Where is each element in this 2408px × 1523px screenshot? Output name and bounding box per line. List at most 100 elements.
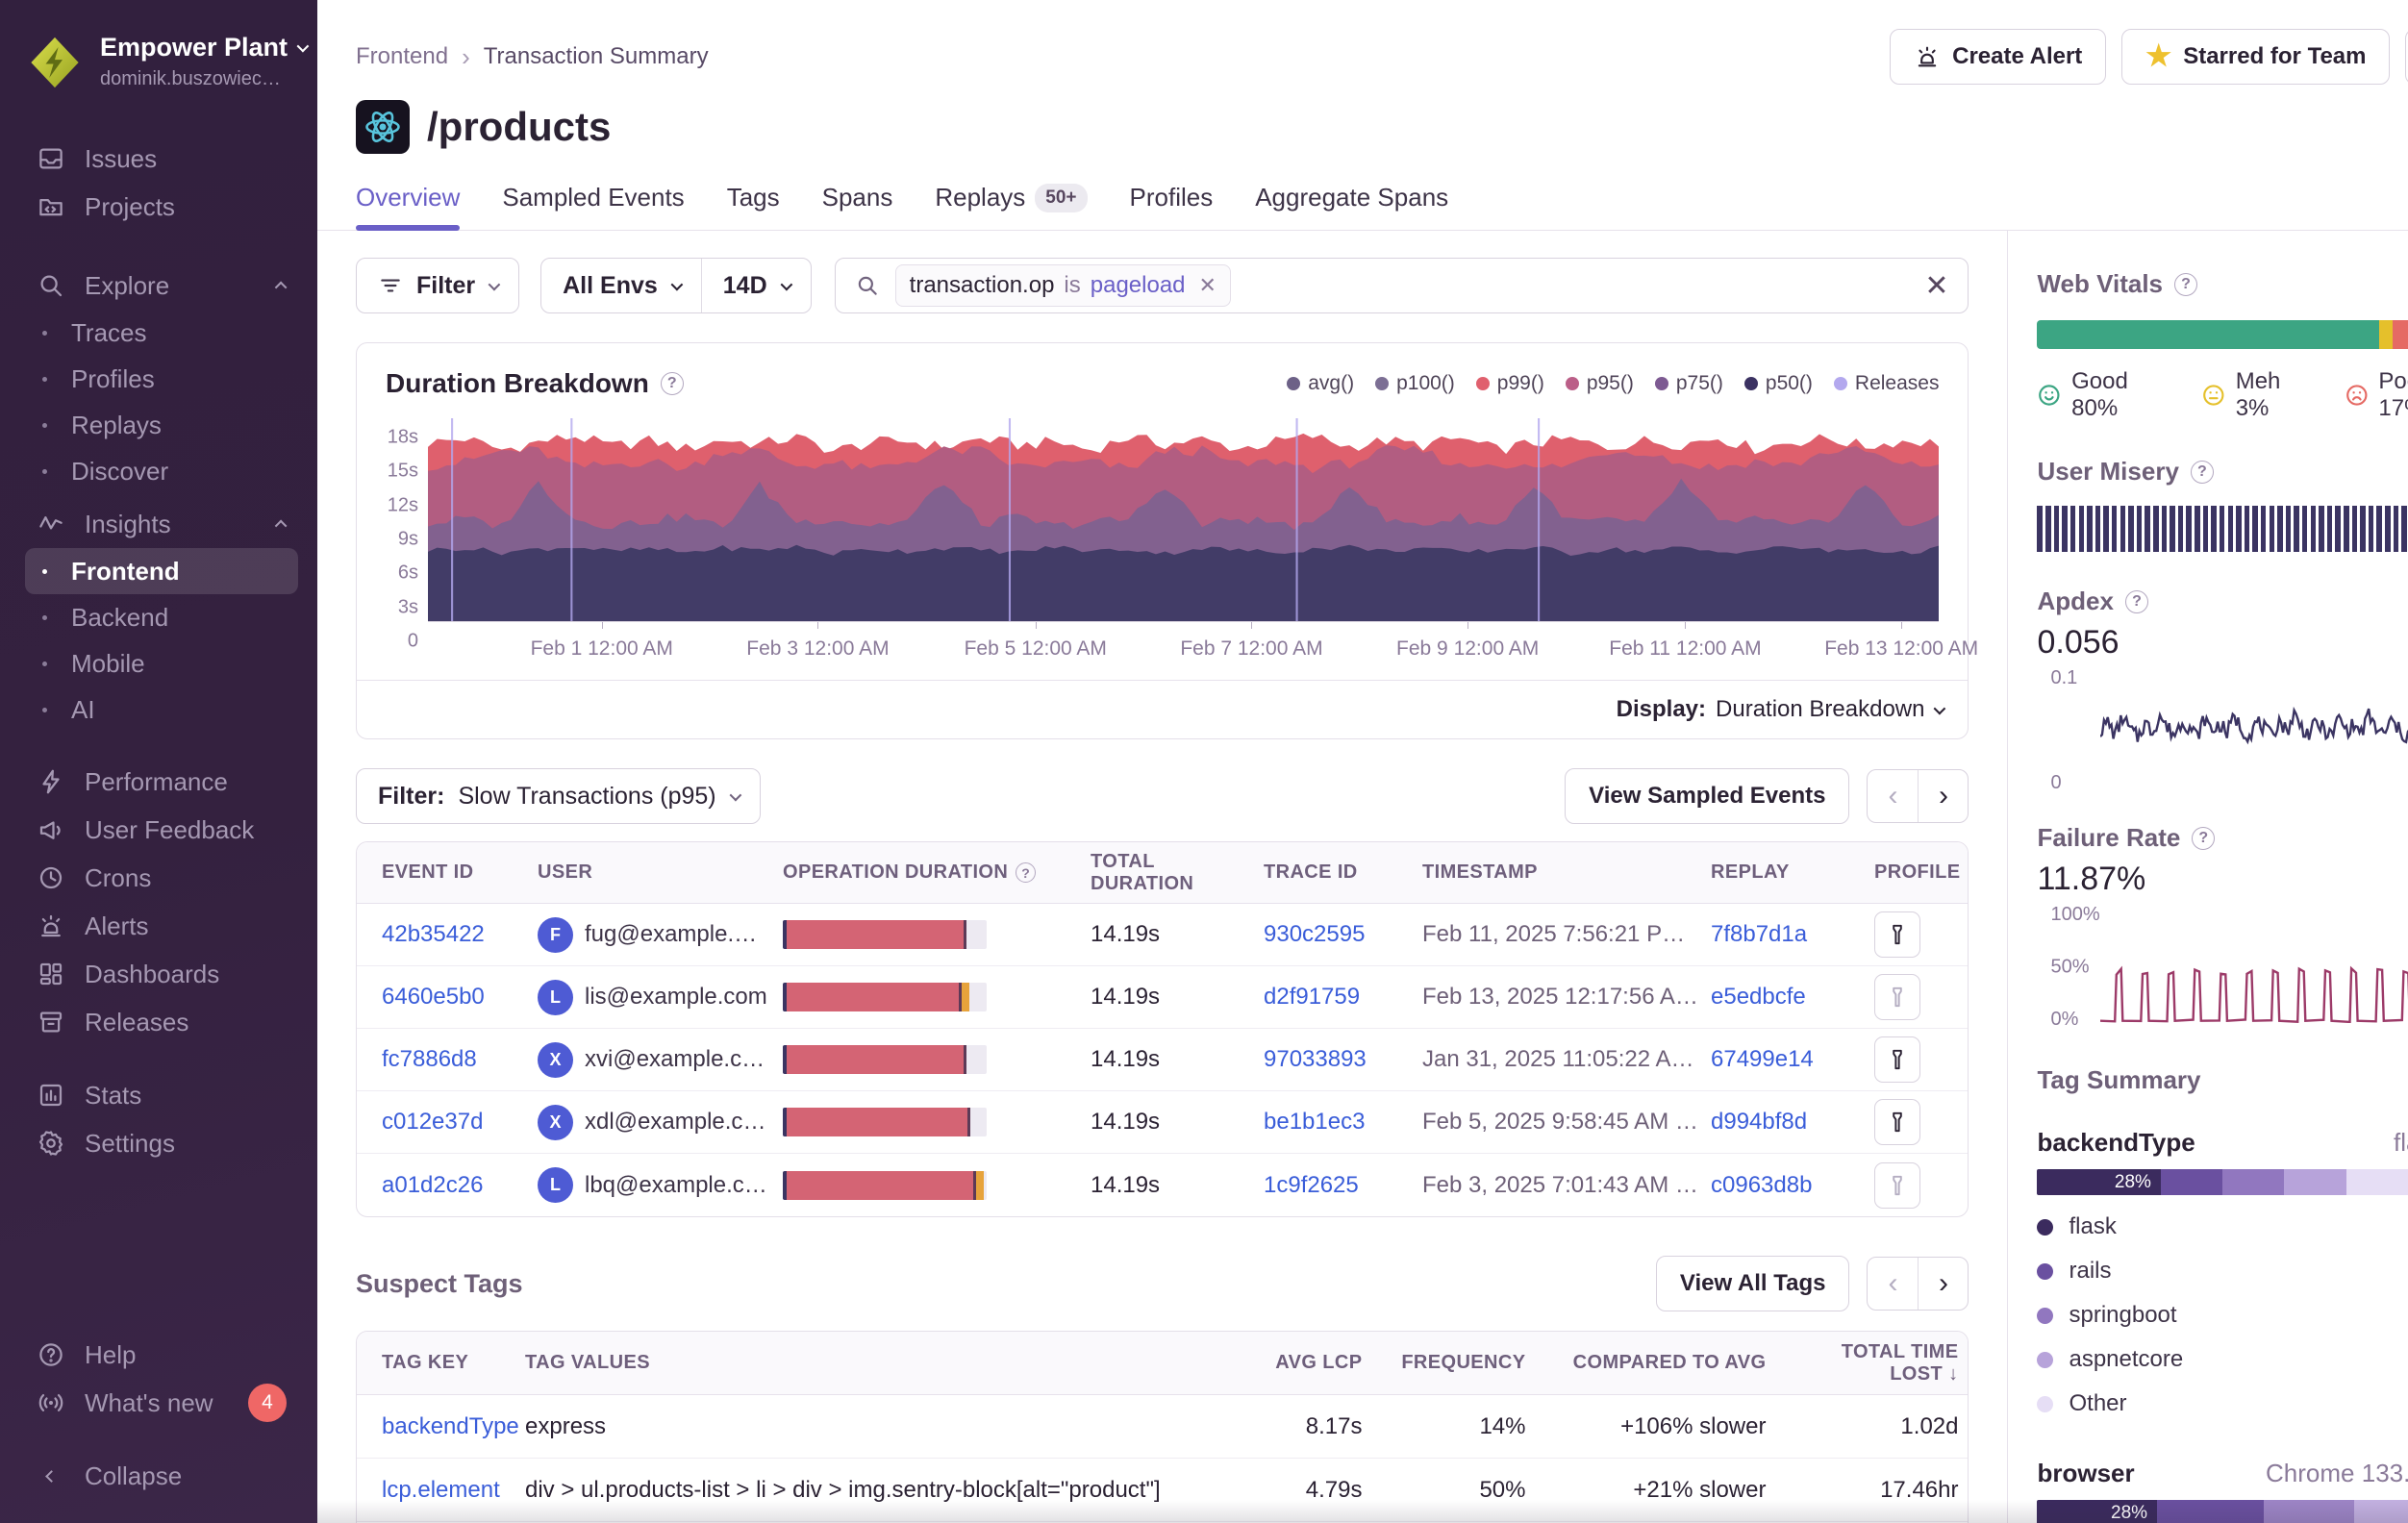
next-page-button[interactable]: › (1918, 770, 1968, 822)
tag-key-link[interactable]: lcp.element (382, 1477, 500, 1504)
starred-for-team-button[interactable]: ★ Starred for Team (2121, 29, 2390, 85)
replay-link[interactable]: 7f8b7d1a (1711, 921, 1807, 948)
sidebar-item-stats[interactable]: Stats (25, 1071, 298, 1119)
tag-key-link[interactable]: backendType (382, 1413, 519, 1440)
sidebar-item-releases[interactable]: Releases (25, 998, 298, 1046)
tab-overview[interactable]: Overview (356, 183, 460, 230)
legend-item[interactable]: Releases (1834, 372, 1940, 395)
trace-id-link[interactable]: 1c9f2625 (1264, 1172, 1359, 1199)
profile-button[interactable] (1874, 1162, 1920, 1209)
filter-button[interactable]: Filter (356, 258, 519, 313)
legend-item[interactable]: p50() (1744, 372, 1813, 395)
event-id-link[interactable]: 6460e5b0 (382, 984, 485, 1011)
search-clear-icon[interactable]: ✕ (1924, 269, 1948, 303)
sidebar-item-discover[interactable]: Discover (25, 448, 298, 494)
tag-value-selector[interactable]: Chrome 133.0.0 (2266, 1459, 2408, 1488)
col-profile[interactable]: PROFILE (1867, 861, 1968, 884)
replay-link[interactable]: d994bf8d (1711, 1109, 1807, 1136)
tab-aggregate-spans[interactable]: Aggregate Spans (1255, 183, 1448, 230)
sidebar-item-mobile[interactable]: Mobile (25, 640, 298, 687)
col-tag-values[interactable]: TAG VALUES (515, 1352, 1227, 1374)
profile-button[interactable] (1874, 1036, 1920, 1083)
col-total-time-lost[interactable]: TOTAL TIME LOST ↓ (1775, 1341, 1968, 1386)
event-id-link[interactable]: a01d2c26 (382, 1172, 483, 1199)
replay-link[interactable]: 67499e14 (1711, 1046, 1814, 1073)
help-question-icon[interactable]: ? (661, 372, 684, 395)
col-avg-lcp[interactable]: AVG LCP (1227, 1352, 1371, 1374)
tab-tags[interactable]: Tags (727, 183, 780, 230)
event-id-link[interactable]: 42b35422 (382, 921, 485, 948)
tag-legend-item[interactable]: flask28% (2037, 1205, 2408, 1249)
sidebar-item-frontend[interactable]: Frontend (25, 548, 298, 594)
tab-profiles[interactable]: Profiles (1130, 183, 1214, 230)
profile-button[interactable] (1874, 974, 1920, 1020)
replay-link[interactable]: c0963d8b (1711, 1172, 1812, 1199)
legend-item[interactable]: p95() (1566, 372, 1634, 395)
tab-sampled-events[interactable]: Sampled Events (502, 183, 684, 230)
legend-item[interactable]: avg() (1287, 372, 1354, 395)
tag-bar-segment[interactable] (2264, 1500, 2353, 1523)
trace-id-link[interactable]: 930c2595 (1264, 921, 1365, 948)
help-question-icon[interactable]: ? (2192, 827, 2215, 850)
legend-item[interactable]: p75() (1655, 372, 1723, 395)
sidebar-item-settings[interactable]: Settings (25, 1119, 298, 1167)
col-timestamp[interactable]: TIMESTAMP (1415, 861, 1703, 884)
col-tag-key[interactable]: TAG KEY (357, 1352, 515, 1374)
display-selector[interactable]: Display: Duration Breakdown (357, 680, 1968, 738)
sidebar-item-ai[interactable]: AI (25, 687, 298, 733)
search-input[interactable]: transaction.op is pageload ✕ ✕ (835, 258, 1969, 313)
next-page-button[interactable]: › (1918, 1258, 1968, 1310)
event-id-link[interactable]: c012e37d (382, 1109, 483, 1136)
col-operation-duration[interactable]: OPERATION DURATION? (775, 861, 1083, 884)
tab-spans[interactable]: Spans (822, 183, 893, 230)
tag-legend-item[interactable]: aspnetcore14% (2037, 1337, 2408, 1382)
tag-bar-segment[interactable]: 28% (2037, 1169, 2160, 1195)
col-user[interactable]: USER (530, 861, 775, 884)
tag-bar-segment[interactable] (2354, 1500, 2408, 1523)
view-all-tags-button[interactable]: View All Tags (1656, 1256, 1850, 1311)
sidebar-item-crons[interactable]: Crons (25, 854, 298, 902)
help-question-icon[interactable]: ? (1016, 862, 1036, 883)
trace-id-link[interactable]: be1b1ec3 (1264, 1109, 1365, 1136)
token-remove-icon[interactable]: ✕ (1195, 273, 1217, 298)
transactions-filter-selector[interactable]: Filter: Slow Transactions (p95) (356, 768, 761, 824)
col-event-id[interactable]: EVENT ID (357, 861, 530, 884)
sidebar-item-issues[interactable]: Issues (25, 135, 298, 183)
tag-legend-item[interactable]: rails14% (2037, 1249, 2408, 1293)
tag-bar-segment[interactable] (2346, 1169, 2408, 1195)
tag-bar-segment[interactable]: 28% (2037, 1500, 2157, 1523)
tag-bar-segment[interactable] (2157, 1500, 2264, 1523)
sidebar-item-alerts[interactable]: Alerts (25, 902, 298, 950)
col-total-duration[interactable]: TOTAL DURATION (1083, 851, 1256, 895)
event-id-link[interactable]: fc7886d8 (382, 1046, 477, 1073)
tag-distribution-bar[interactable]: 28% (2037, 1169, 2408, 1195)
help-question-icon[interactable]: ? (2174, 273, 2197, 296)
date-range-selector[interactable]: 14D (702, 259, 811, 312)
sidebar-group-explore[interactable]: Explore (25, 262, 298, 310)
sidebar-item-traces[interactable]: Traces (25, 310, 298, 356)
tag-legend-item[interactable]: springboot14% (2037, 1293, 2408, 1337)
sidebar-item-projects[interactable]: Projects (25, 183, 298, 231)
breadcrumb-parent[interactable]: Frontend (356, 43, 448, 70)
sidebar-group-insights[interactable]: Insights (25, 500, 298, 548)
create-alert-button[interactable]: Create Alert (1890, 29, 2106, 85)
sidebar-item-help[interactable]: Help (25, 1331, 298, 1379)
legend-item[interactable]: p100() (1375, 372, 1455, 395)
duration-chart[interactable] (428, 418, 1939, 622)
view-sampled-events-button[interactable]: View Sampled Events (1565, 768, 1849, 824)
legend-item[interactable]: p99() (1476, 372, 1544, 395)
sidebar-item-whats-new[interactable]: What's new 4 (25, 1379, 298, 1427)
col-compared-to-avg[interactable]: COMPARED TO AVG (1535, 1352, 1775, 1374)
profile-button[interactable] (1874, 1099, 1920, 1145)
trace-id-link[interactable]: 97033893 (1264, 1046, 1367, 1073)
help-question-icon[interactable]: ? (2191, 461, 2214, 484)
profile-button[interactable] (1874, 911, 1920, 958)
sidebar-item-replays[interactable]: Replays (25, 402, 298, 448)
trace-id-link[interactable]: d2f91759 (1264, 984, 1360, 1011)
sidebar-item-dashboards[interactable]: Dashboards (25, 950, 298, 998)
col-replay[interactable]: REPLAY (1703, 861, 1867, 884)
sidebar-collapse-button[interactable]: Collapse (25, 1452, 298, 1500)
tab-replays[interactable]: Replays50+ (935, 183, 1087, 230)
sidebar-item-performance[interactable]: Performance (25, 758, 298, 806)
tag-bar-segment[interactable] (2161, 1169, 2222, 1195)
